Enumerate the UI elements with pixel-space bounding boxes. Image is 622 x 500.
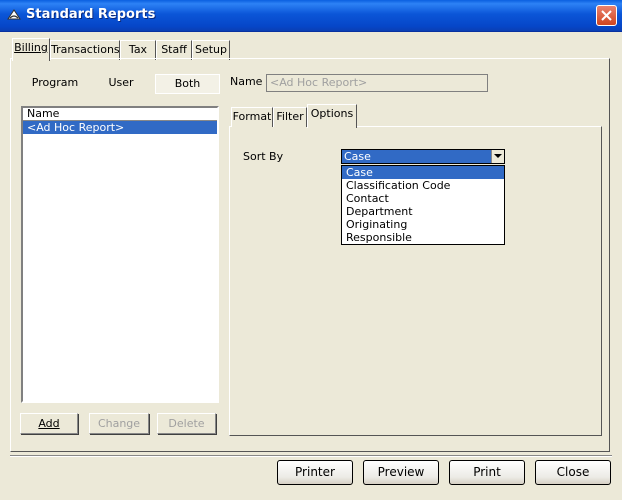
tab-billing[interactable]: Billing [12, 38, 50, 61]
sort-option-originating[interactable]: Originating [342, 218, 504, 231]
tab-staff-label: Staff [161, 43, 187, 56]
sort-by-value: Case [344, 150, 371, 163]
list-item[interactable]: <Ad Hoc Report> [23, 121, 217, 134]
mode-user-label: User [108, 76, 134, 89]
add-button-label: Add [38, 417, 60, 430]
tab-setup-label: Setup [194, 43, 228, 56]
report-app-icon [6, 7, 22, 23]
window-title: Standard Reports [26, 7, 156, 22]
mode-both[interactable]: Both [155, 74, 220, 94]
add-button[interactable]: Add [20, 413, 78, 434]
sort-by-label: Sort By [243, 150, 284, 163]
report-list[interactable]: Name <Ad Hoc Report> [21, 106, 219, 403]
sort-by-dropdown[interactable]: Case [341, 149, 505, 164]
mode-both-label: Both [174, 77, 201, 90]
standard-reports-window: Standard Reports Billing Transactions Ta… [0, 0, 622, 500]
print-button-label: Print [473, 465, 501, 479]
tab-setup[interactable]: Setup [192, 40, 230, 60]
tab-billing-label: Billing [14, 41, 48, 54]
name-label: Name [230, 75, 263, 88]
printer-button-label: Printer [295, 465, 335, 479]
sort-option-case[interactable]: Case [342, 166, 504, 179]
list-header-name[interactable]: Name [23, 108, 217, 121]
tab-options-label: Options [310, 107, 354, 120]
tab-filter[interactable]: Filter [273, 107, 307, 127]
tab-format[interactable]: Format [231, 107, 273, 127]
mode-program[interactable]: Program [30, 74, 80, 94]
tab-staff[interactable]: Staff [156, 40, 192, 60]
print-button[interactable]: Print [449, 460, 525, 485]
close-button-label: Close [556, 465, 590, 479]
tab-format-label: Format [232, 110, 272, 123]
preview-button-label: Preview [377, 465, 425, 479]
footer-divider [10, 455, 612, 457]
sort-option-contact[interactable]: Contact [342, 192, 504, 205]
preview-button[interactable]: Preview [363, 460, 439, 485]
tab-filter-label: Filter [276, 110, 304, 123]
tab-transactions[interactable]: Transactions [50, 40, 120, 60]
mode-program-label: Program [31, 76, 79, 89]
report-name-field[interactable]: <Ad Hoc Report> [266, 74, 488, 92]
chevron-down-icon[interactable] [491, 150, 504, 163]
sort-option-responsible[interactable]: Responsible [342, 231, 504, 244]
tab-transactions-label: Transactions [51, 43, 120, 56]
close-icon [601, 10, 612, 21]
delete-button-label: Delete [168, 417, 205, 430]
mode-user[interactable]: User [100, 74, 142, 94]
tab-tax-label: Tax [128, 43, 148, 56]
close-button[interactable]: Close [535, 460, 611, 485]
change-button-label: Change [97, 417, 141, 430]
sort-option-department[interactable]: Department [342, 205, 504, 218]
printer-button[interactable]: Printer [277, 460, 353, 485]
tab-options[interactable]: Options [307, 104, 357, 128]
title-bar[interactable]: Standard Reports [0, 0, 622, 32]
sort-option-classification-code[interactable]: Classification Code [342, 179, 504, 192]
close-window-button[interactable] [596, 5, 617, 26]
sort-by-options-list[interactable]: Case Classification Code Contact Departm… [341, 165, 505, 245]
change-button[interactable]: Change [89, 413, 149, 434]
tab-tax[interactable]: Tax [120, 40, 156, 60]
delete-button[interactable]: Delete [157, 413, 216, 434]
